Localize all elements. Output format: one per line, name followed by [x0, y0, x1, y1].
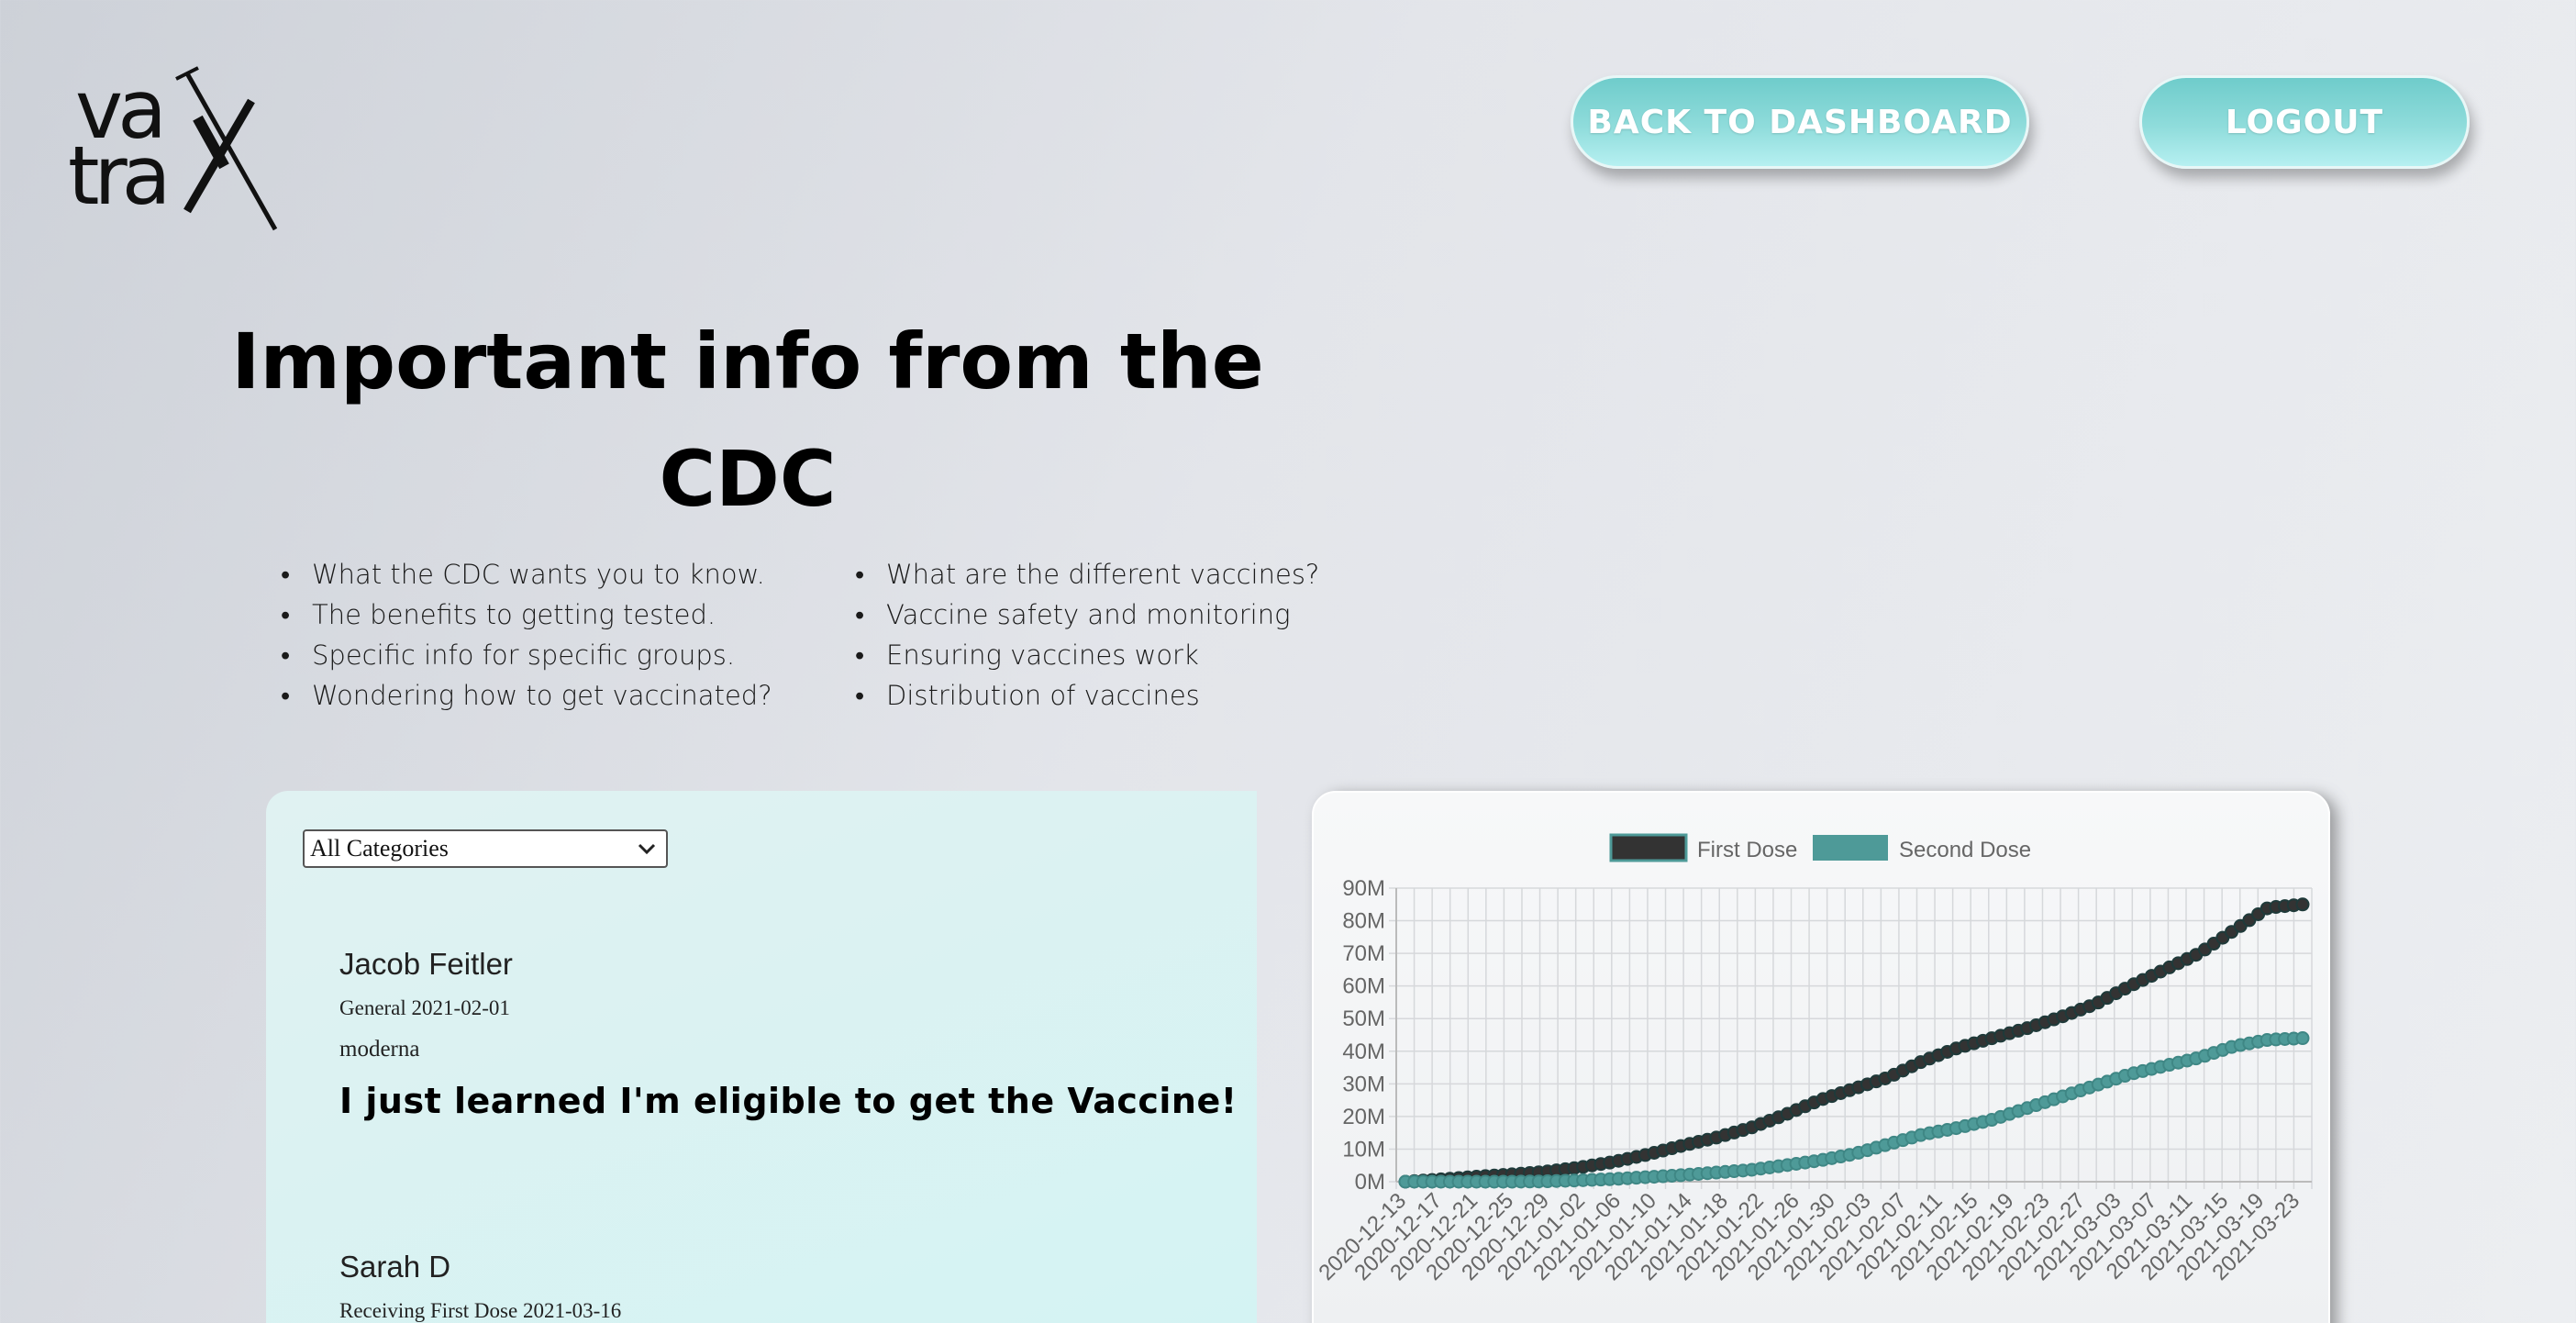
chart-y-tick-label: 50M [1342, 1006, 1385, 1031]
post-vaccine: moderna [339, 1037, 420, 1062]
info-link-distribution[interactable]: Distribution of vaccines [855, 675, 1319, 716]
info-link-know[interactable]: What the CDC wants you to know. [281, 554, 772, 595]
info-link-ensuring[interactable]: Ensuring vaccines work [855, 635, 1319, 675]
chart-data-point [2295, 1031, 2310, 1046]
chart-y-tick-label: 60M [1342, 974, 1385, 999]
info-link-groups[interactable]: Specific info for specific groups. [281, 635, 772, 675]
chart-y-tick-label: 40M [1342, 1040, 1385, 1064]
post-author: Sarah D [339, 1250, 451, 1284]
info-link-how-to-get[interactable]: Wondering how to get vaccinated? [281, 675, 772, 716]
chart-y-tick-label: 20M [1342, 1105, 1385, 1129]
post-card[interactable]: Jacob Feitler General 2021-02-01 moderna… [339, 947, 1238, 1121]
info-link-vaccines[interactable]: What are the different vaccines? [855, 554, 1319, 595]
post-meta: Receiving First Dose 2021-03-16 [339, 1299, 622, 1322]
post-headline: I just learned I'm eligible to get the V… [339, 1081, 1238, 1121]
vaccination-chart-panel: 0M 10M 20M 30M 40M 50M 60M 70M 80M 90M 2020-12-13 2… [1312, 791, 2330, 1323]
page-title: Important info from the CDC [220, 303, 1275, 538]
chevron-down-icon [638, 843, 656, 855]
chart-y-tick-label: 10M [1342, 1137, 1385, 1162]
category-select[interactable]: All Categories [303, 829, 668, 868]
posts-panel: All Categories Jacob Feitler General 202… [266, 791, 1257, 1323]
cdc-info-list-right: What are the different vaccines? Vaccine… [855, 554, 1319, 716]
syringe-x-icon [175, 66, 278, 231]
chart-y-tick-label: 0M [1355, 1170, 1385, 1195]
chart-y-tick-label: 30M [1342, 1072, 1385, 1096]
page-title-line2: CDC [659, 434, 837, 524]
post-card[interactable]: Sarah D Receiving First Dose 2021-03-16 [339, 1250, 621, 1323]
page-title-line1: Important info from the [231, 317, 1264, 406]
chart-data-point [2295, 897, 2310, 912]
legend-label-second-dose: Second Dose [1899, 838, 2031, 862]
legend-label-first-dose: First Dose [1697, 838, 1797, 862]
post-meta: General 2021-02-01 [339, 996, 510, 1019]
vaxtrax-logo[interactable]: va tra [68, 64, 288, 239]
legend-swatch-first-dose [1609, 833, 1688, 862]
info-link-safety[interactable]: Vaccine safety and monitoring [855, 595, 1319, 635]
logout-button[interactable]: LOGOUT [2139, 75, 2470, 169]
chart-y-tick-label: 70M [1342, 941, 1385, 966]
info-link-benefits[interactable]: The benefits to getting tested. [281, 595, 772, 635]
legend-swatch-second-dose [1813, 835, 1888, 861]
vaccination-line-chart: 0M10M20M30M40M50M60M70M80M90M2020-12-132… [1314, 833, 2313, 1285]
chart-y-tick-label: 80M [1342, 909, 1385, 934]
category-select-value: All Categories [310, 835, 449, 862]
back-to-dashboard-button[interactable]: BACK TO DASHBOARD [1571, 75, 2029, 169]
cdc-info-list-left: What the CDC wants you to know. The bene… [281, 554, 772, 716]
post-author: Jacob Feitler [339, 947, 513, 981]
chart-y-tick-label: 90M [1342, 876, 1385, 901]
